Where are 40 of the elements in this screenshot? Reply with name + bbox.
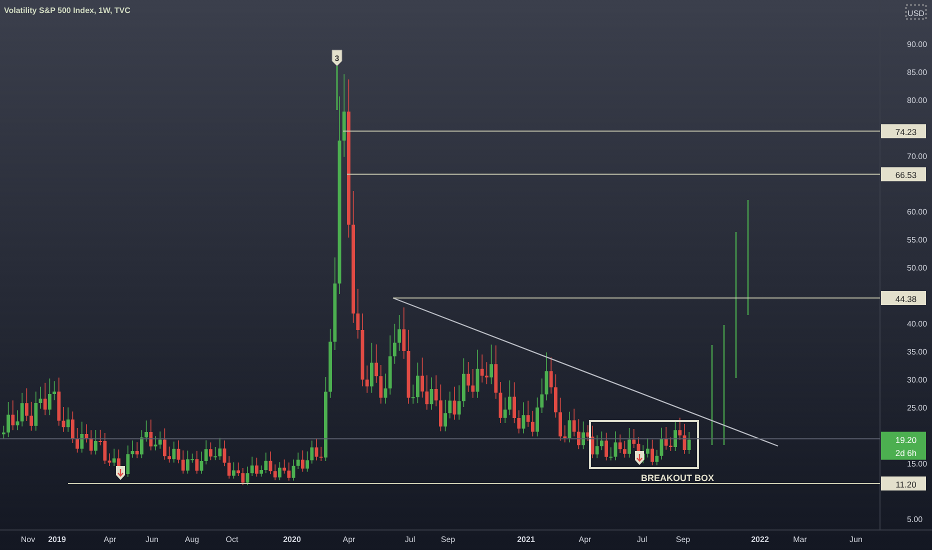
- time-axis-label: 2020: [283, 535, 301, 544]
- currency-button[interactable]: USD: [906, 4, 926, 20]
- price-axis-label: 55.00: [907, 236, 928, 245]
- time-axis-label: Jun: [146, 535, 158, 544]
- time-axis-label: Apr: [342, 535, 356, 544]
- price-axis-label: 25.00: [907, 403, 928, 412]
- price-axis-label: 5.00: [907, 515, 923, 524]
- time-axis-label: 2019: [48, 535, 66, 544]
- price-axis-label: 70.00: [907, 152, 928, 161]
- time-axis-label: Aug: [184, 535, 200, 544]
- time-axis-label: Jul: [404, 535, 416, 544]
- price-axis-label: 30.00: [907, 375, 928, 384]
- time-axis-label: Apr: [578, 535, 592, 544]
- price-tag: 44.38: [881, 291, 926, 306]
- arrow-marker-icon: [116, 466, 125, 480]
- price-axis-label: 60.00: [907, 208, 928, 217]
- arrow-marker-icon: [635, 451, 644, 465]
- time-axis-label: 2021: [517, 535, 535, 544]
- price-tag: 19.20 2d 6h: [881, 432, 926, 460]
- time-axis-label: Jun: [850, 535, 862, 544]
- price-axis-label: 35.00: [907, 347, 928, 356]
- price-axis-label: 50.00: [907, 264, 928, 273]
- price-tag: 74.23: [881, 124, 926, 138]
- time-axis-label: Mar: [793, 535, 807, 544]
- time-axis-label: Apr: [104, 535, 116, 544]
- price-axis-label: 90.00: [907, 40, 928, 49]
- price-tag: 66.53: [881, 167, 926, 182]
- price-tag: 11.20: [881, 476, 926, 490]
- time-axis-label: Nov: [20, 535, 36, 544]
- price-axis-label: 15.00: [907, 459, 928, 468]
- breakout-label: BREAKOUT BOX: [641, 473, 714, 483]
- price-axis-label: 40.00: [907, 320, 928, 328]
- time-axis-label: Oct: [226, 535, 238, 544]
- price-axis-label: 85.00: [907, 68, 928, 77]
- time-axis-label: Sep: [676, 535, 690, 544]
- chart-title: Volatility S&P 500 Index, 1W, TVC: [4, 6, 130, 15]
- time-axis-label: 2022: [751, 535, 769, 544]
- price-axis-label: 80.00: [907, 96, 928, 105]
- time-axis-label: Jul: [636, 535, 648, 544]
- time-axis-label: Sep: [440, 535, 456, 544]
